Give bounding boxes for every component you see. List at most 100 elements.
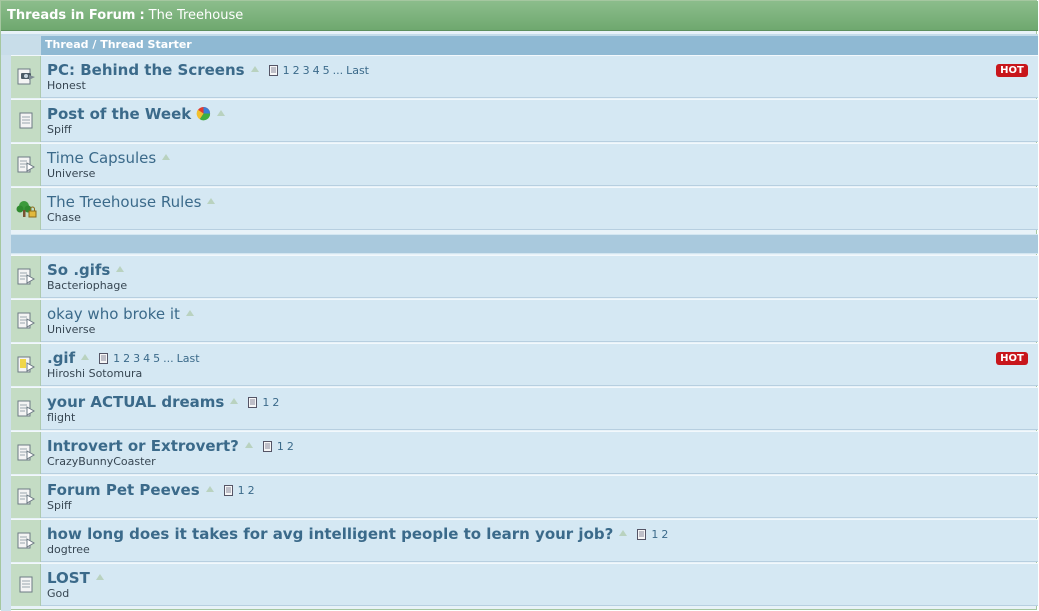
go-to-first-unread-icon[interactable] [162, 154, 171, 160]
thread-starter-link[interactable]: Spiff [47, 499, 998, 513]
thread-text-cell: PC: Behind the Screens 1 2 3 4 5... Last Honest [47, 60, 998, 96]
thread-title-link[interactable]: Introvert or Extrovert? [47, 437, 239, 455]
multi-page-icon [637, 529, 647, 543]
page-link[interactable]: Last [177, 352, 200, 365]
thread-title-line: Introvert or Extrovert? 1 2 [47, 436, 998, 455]
thread-title-link[interactable]: LOST [47, 569, 90, 587]
thread-starter-link[interactable]: CrazyBunnyCoaster [47, 455, 998, 469]
hot-thread-badge: HOT [996, 352, 1028, 365]
thread-status-cell [11, 388, 41, 430]
thread-title-link[interactable]: Forum Pet Peeves [47, 481, 200, 499]
thread-title-line: PC: Behind the Screens 1 2 3 4 5... Last [47, 60, 998, 79]
thread-row: PC: Behind the Screens 1 2 3 4 5... Last Honest… [11, 55, 1038, 98]
multi-page-icon [262, 441, 273, 455]
thread-text-cell: okay who broke it Universe [47, 304, 998, 340]
thread-title-link[interactable]: okay who broke it [47, 305, 180, 323]
thread-title-line: your ACTUAL dreams 1 2 [47, 392, 998, 411]
forum-name-link[interactable]: The Treehouse [149, 8, 244, 23]
title-separator: : [139, 8, 145, 23]
go-to-first-unread-icon[interactable] [185, 310, 194, 316]
page-link[interactable]: 2 [661, 528, 668, 541]
page-link[interactable]: 2 [293, 64, 300, 77]
thread-title-link[interactable]: So .gifs [47, 261, 110, 279]
thread-status-cell [11, 344, 41, 386]
go-to-first-unread-icon[interactable] [244, 442, 253, 448]
go-to-first-unread-icon[interactable] [250, 66, 259, 72]
thread-starter-link[interactable]: flight [47, 411, 998, 425]
thread-status-cell [11, 56, 41, 98]
thread-title-link[interactable]: .gif [47, 349, 75, 367]
multi-page-icon [268, 65, 279, 79]
thread-starter-link[interactable]: God [47, 587, 998, 601]
page-link[interactable]: 1 [283, 64, 290, 77]
forum-title-bar: Threads in Forum: The Treehouse [1, 1, 1038, 31]
go-to-first-unread-icon[interactable] [205, 486, 214, 492]
page-link[interactable]: 1 [277, 440, 284, 453]
thread-title-link[interactable]: Post of the Week [47, 105, 191, 123]
thread-row: Time Capsules Universe [11, 143, 1038, 186]
forum-title: Threads in Forum: The Treehouse [7, 8, 243, 23]
thread-row: Post of the Week Spiff [11, 99, 1038, 142]
page-link[interactable]: 1 [113, 352, 120, 365]
thread-row: So .gifs Bacteriophage [11, 255, 1038, 298]
thread-title-link[interactable]: your ACTUAL dreams [47, 393, 224, 411]
page-link[interactable]: 1 [238, 484, 245, 497]
thread-starter-link[interactable]: dogtree [47, 543, 998, 557]
page-link: ... [332, 64, 344, 77]
thread-title-line: The Treehouse Rules [47, 192, 998, 211]
page-link[interactable]: 2 [248, 484, 255, 497]
thread-status-cell [11, 100, 41, 142]
go-to-first-unread-icon[interactable] [230, 398, 239, 404]
go-to-first-unread-icon[interactable] [619, 530, 628, 536]
thread-title-link[interactable]: The Treehouse Rules [47, 193, 201, 211]
thread-text-cell: Time Capsules Universe [47, 148, 998, 184]
page-link[interactable]: 4 [313, 64, 320, 77]
thread-page-links: 1 2 3 4 5... Last [268, 64, 372, 79]
thread-title-line: LOST [47, 568, 998, 587]
thread-title-link[interactable]: Time Capsules [47, 149, 156, 167]
page-link[interactable]: 5 [323, 64, 330, 77]
thread-starter-link[interactable]: Bacteriophage [47, 279, 998, 293]
thread-row: The Treehouse Rules Chase [11, 187, 1038, 230]
thread-text-cell: The Treehouse Rules Chase [47, 192, 998, 228]
thread-text-cell: Post of the Week Spiff [47, 104, 998, 140]
thread-row: Introvert or Extrovert? 1 2 CrazyBunnyCoast… [11, 431, 1038, 474]
thread-starter-link[interactable]: Universe [47, 167, 998, 181]
page-link[interactable]: 1 [262, 396, 269, 409]
go-to-first-unread-icon[interactable] [81, 354, 90, 360]
page-link[interactable]: 2 [123, 352, 130, 365]
page-link[interactable]: 3 [133, 352, 140, 365]
page-link[interactable]: 1 [651, 528, 658, 541]
go-to-first-unread-icon[interactable] [217, 110, 226, 116]
page-link[interactable]: 3 [303, 64, 310, 77]
page-link[interactable]: 4 [143, 352, 150, 365]
thread-title-line: Post of the Week [47, 104, 998, 125]
thread-column-sort-link[interactable]: Thread / Thread Starter [45, 38, 192, 51]
thread-title-link[interactable]: how long does it takes for avg intellige… [47, 525, 613, 543]
thread-text-cell: So .gifs Bacteriophage [47, 260, 998, 296]
thread-text-cell: Introvert or Extrovert? 1 2 CrazyBunnyCoast… [47, 436, 998, 472]
page-link[interactable]: Last [346, 64, 369, 77]
page-link[interactable]: 5 [153, 352, 160, 365]
page-link[interactable]: 2 [287, 440, 294, 453]
thread-starter-link[interactable]: Honest [47, 79, 998, 93]
thread-starter-link[interactable]: Universe [47, 323, 998, 337]
thread-row: how long does it takes for avg intellige… [11, 519, 1038, 562]
multi-page-icon [223, 485, 234, 499]
thread-starter-link[interactable]: Chase [47, 211, 998, 225]
page-link[interactable]: 2 [272, 396, 279, 409]
thread-title-link[interactable]: PC: Behind the Screens [47, 61, 245, 79]
thread-starter-link[interactable]: Spiff [47, 123, 998, 137]
thread-starter-link[interactable]: Hiroshi Sotomura [47, 367, 998, 381]
go-to-first-unread-icon[interactable] [116, 266, 125, 272]
thread-text-cell: your ACTUAL dreams 1 2 flight [47, 392, 998, 428]
go-to-first-unread-icon[interactable] [207, 198, 216, 204]
sticky-divider [11, 234, 1038, 254]
thread-status-cell [11, 520, 41, 562]
poll-icon [196, 106, 211, 125]
title-prefix: Threads in Forum [7, 8, 136, 23]
thread-page-links: 12 [223, 484, 258, 499]
thread-page-links: 1 2 3 4 5... Last [99, 352, 202, 367]
go-to-first-unread-icon[interactable] [95, 574, 104, 580]
thread-row: .gif 1 2 3 4 5... Last Hiroshi Sotomura HOT [11, 343, 1038, 386]
